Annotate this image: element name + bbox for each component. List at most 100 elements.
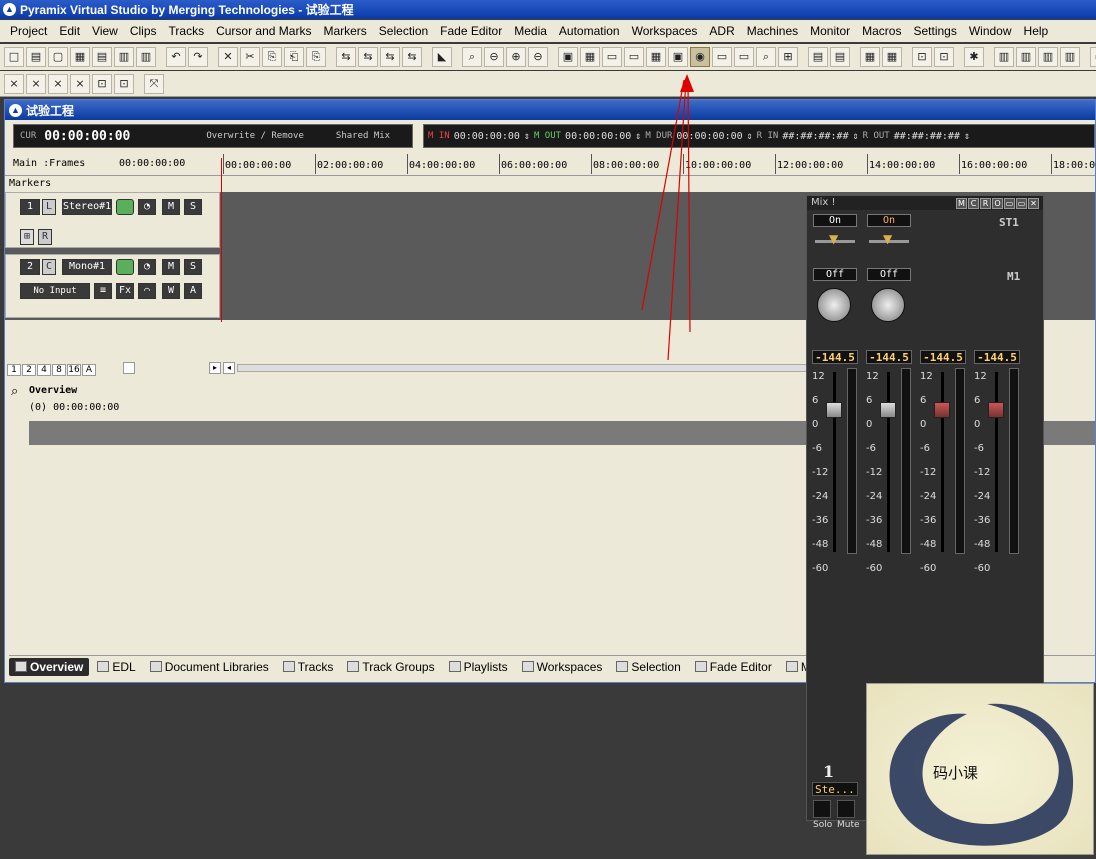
- input-select[interactable]: No Input: [20, 283, 90, 299]
- menu-settings[interactable]: Settings: [907, 24, 962, 38]
- edit-tool-icon-0[interactable]: ⨯: [4, 73, 24, 94]
- track-name[interactable]: Stereo#1: [62, 199, 112, 215]
- gain-knob[interactable]: [871, 288, 905, 322]
- tab-document-libraries[interactable]: Document Libraries: [144, 658, 275, 676]
- mixer-header-btn-o[interactable]: O: [992, 198, 1003, 209]
- toolbar-icon-34[interactable]: ▣: [668, 47, 688, 67]
- edit-tool-icon-4[interactable]: ⊡: [92, 73, 112, 94]
- spin-icon[interactable]: ⇕: [853, 131, 859, 142]
- expand-icon[interactable]: ⊞: [20, 229, 34, 245]
- tab-playlists[interactable]: Playlists: [443, 658, 514, 676]
- auto-button[interactable]: A: [184, 283, 202, 299]
- channel-name[interactable]: Ste...: [812, 782, 858, 796]
- spin-icon[interactable]: ⇕: [635, 131, 641, 142]
- mixer-header-btn-c[interactable]: C: [968, 198, 979, 209]
- cur-timecode[interactable]: 00:00:00:00: [44, 129, 130, 144]
- tab-selection[interactable]: Selection: [610, 658, 686, 676]
- mute-button[interactable]: [837, 800, 855, 818]
- mute-button[interactable]: M: [162, 199, 180, 215]
- toolbar-icon-31[interactable]: ▭: [602, 47, 622, 67]
- tab-workspaces[interactable]: Workspaces: [516, 658, 609, 676]
- toolbar-icon-52[interactable]: ▥: [994, 47, 1014, 67]
- spin-icon[interactable]: ⇕: [964, 131, 970, 142]
- toolbar-icon-26[interactable]: ⊕: [506, 47, 526, 67]
- track-name[interactable]: Mono#1: [62, 259, 112, 275]
- edit-tool-icon-3[interactable]: ⨯: [70, 73, 90, 94]
- menu-cursor-and-marks[interactable]: Cursor and Marks: [210, 24, 317, 38]
- toolbar-icon-47[interactable]: ⊡: [912, 47, 932, 67]
- edit-tool-icon-1[interactable]: ⨯: [26, 73, 46, 94]
- toolbar-icon-57[interactable]: ▭: [1090, 47, 1096, 67]
- horizontal-scrollbar[interactable]: [237, 364, 807, 372]
- rout-value[interactable]: ##:##:##:##: [894, 131, 960, 142]
- scroll-right-icon[interactable]: ▸: [209, 362, 221, 374]
- edit-tool-icon-2[interactable]: ⨯: [48, 73, 68, 94]
- zoom-1[interactable]: 1: [7, 364, 21, 376]
- track-2-header[interactable]: 2 C Mono#1 ◔ M S No Input ≡ Fx ⌒ W A: [5, 254, 220, 318]
- menu-adr[interactable]: ADR: [703, 24, 740, 38]
- toolbar-icon-6[interactable]: ▥: [136, 47, 156, 67]
- toolbar-icon-41[interactable]: ▤: [808, 47, 828, 67]
- toolbar-icon-37[interactable]: ▭: [734, 47, 754, 67]
- edit-icon[interactable]: ≡: [94, 283, 112, 299]
- menu-markers[interactable]: Markers: [317, 24, 372, 38]
- tab-fade-editor[interactable]: Fade Editor: [689, 658, 778, 676]
- zoom-8[interactable]: 8: [52, 364, 66, 376]
- monitor-icon[interactable]: ◔: [138, 259, 156, 275]
- fader-knob[interactable]: [826, 402, 842, 418]
- spin-icon[interactable]: ⇕: [524, 131, 530, 142]
- toolbar-icon-17[interactable]: ⇆: [336, 47, 356, 67]
- pan-handle-icon[interactable]: ▼: [829, 232, 838, 246]
- menu-workspaces[interactable]: Workspaces: [626, 24, 704, 38]
- edit-tool-icon-5[interactable]: ⊡: [114, 73, 134, 94]
- toolbar-icon-39[interactable]: ⊞: [778, 47, 798, 67]
- toolbar-icon-42[interactable]: ▤: [830, 47, 850, 67]
- toolbar-icon-54[interactable]: ▥: [1038, 47, 1058, 67]
- toolbar-icon-32[interactable]: ▭: [624, 47, 644, 67]
- off-button[interactable]: Off: [867, 268, 911, 281]
- record-ready-button[interactable]: [116, 199, 134, 215]
- toolbar-icon-14[interactable]: ⎗: [284, 47, 304, 67]
- toolbar-icon-35[interactable]: ◉: [690, 47, 710, 67]
- menu-selection[interactable]: Selection: [373, 24, 434, 38]
- toolbar-icon-2[interactable]: ▢: [48, 47, 68, 67]
- menu-macros[interactable]: Macros: [856, 24, 907, 38]
- menu-media[interactable]: Media: [508, 24, 553, 38]
- on-button[interactable]: On: [813, 214, 857, 227]
- write-button[interactable]: W: [162, 283, 180, 299]
- rin-value[interactable]: ##:##:##:##: [782, 131, 848, 142]
- toolbar-icon-27[interactable]: ⊖: [528, 47, 548, 67]
- menu-view[interactable]: View: [86, 24, 124, 38]
- toolbar-icon-1[interactable]: ▤: [26, 47, 46, 67]
- toolbar-icon-11[interactable]: ✕: [218, 47, 238, 67]
- menu-machines[interactable]: Machines: [741, 24, 804, 38]
- toolbar-icon-4[interactable]: ▤: [92, 47, 112, 67]
- toolbar-icon-8[interactable]: ↶: [166, 47, 186, 67]
- zoom-16[interactable]: 16: [67, 364, 81, 376]
- mdur-value[interactable]: 00:00:00:00: [676, 131, 742, 142]
- fx-button[interactable]: Fx: [116, 283, 134, 299]
- mixer-header-btn-r[interactable]: R: [980, 198, 991, 209]
- playhead-cursor[interactable]: [221, 158, 222, 322]
- menu-help[interactable]: Help: [1018, 24, 1055, 38]
- toolbar-icon-13[interactable]: ⎘: [262, 47, 282, 67]
- toolbar-icon-19[interactable]: ⇆: [380, 47, 400, 67]
- toolbar-icon-33[interactable]: ▦: [646, 47, 666, 67]
- track-1-header[interactable]: 1 L Stereo#1 ◔ M S ⊞ R: [5, 192, 220, 248]
- toolbar-icon-50[interactable]: ✱: [964, 47, 984, 67]
- toolbar-icon-55[interactable]: ▥: [1060, 47, 1080, 67]
- zoom-A[interactable]: A: [82, 364, 96, 376]
- record-ready-button[interactable]: [116, 259, 134, 275]
- window-control-icon[interactable]: ▭: [1016, 198, 1027, 209]
- toolbar-icon-15[interactable]: ⎘: [306, 47, 326, 67]
- toolbar-icon-45[interactable]: ▦: [882, 47, 902, 67]
- window-control-icon[interactable]: ▭: [1004, 198, 1015, 209]
- toolbar-icon-38[interactable]: ⌕: [756, 47, 776, 67]
- tab-edl[interactable]: EDL: [91, 658, 141, 676]
- toolbar-icon-22[interactable]: ◣: [432, 47, 452, 67]
- edit-tool-icon-7[interactable]: ⤧: [144, 73, 164, 94]
- toolbar-icon-9[interactable]: ↷: [188, 47, 208, 67]
- toolbar-icon-3[interactable]: ▦: [70, 47, 90, 67]
- toolbar-icon-36[interactable]: ▭: [712, 47, 732, 67]
- tab-track-groups[interactable]: Track Groups: [341, 658, 440, 676]
